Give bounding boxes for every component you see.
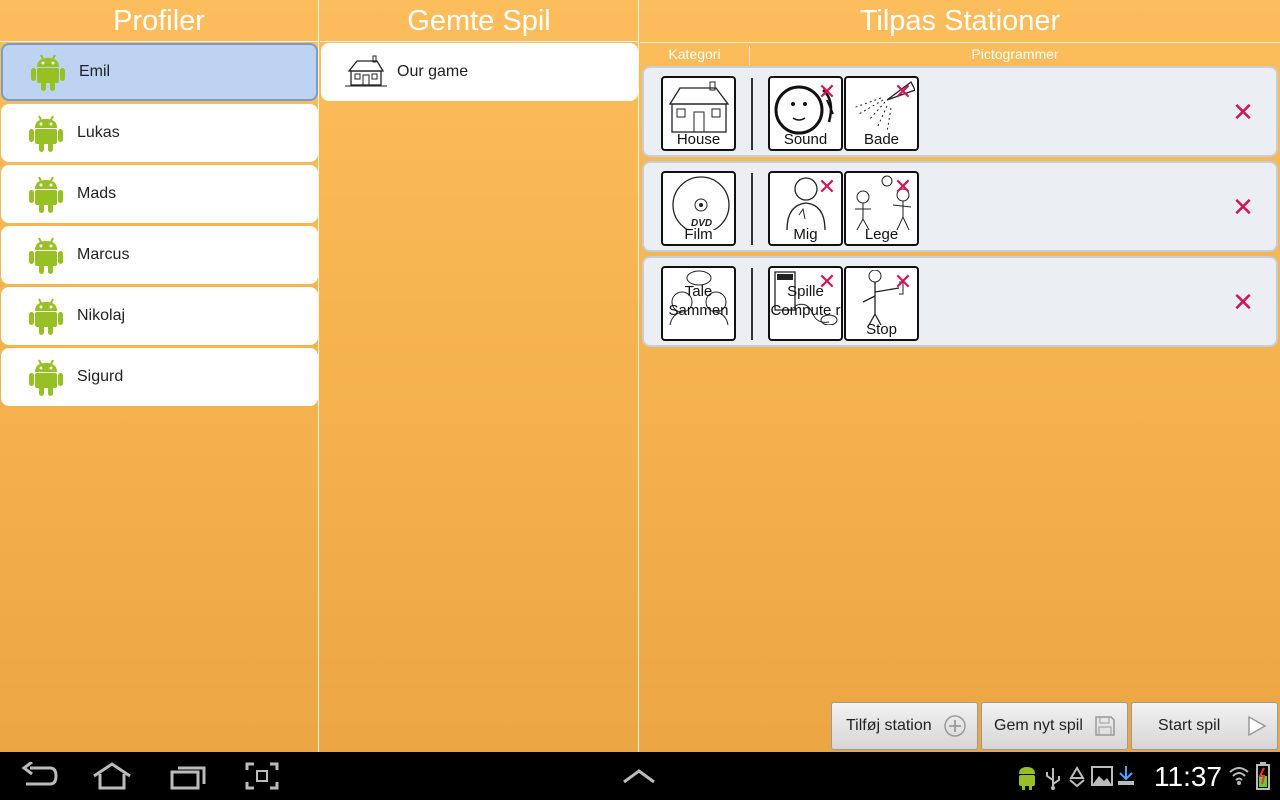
saved-game-item[interactable]: Our game [321, 43, 638, 101]
profiles-title: Profiler [0, 0, 318, 42]
profile-item-emil[interactable]: Emil [1, 43, 318, 101]
remove-pictogram-icon[interactable]: ✕ [893, 271, 913, 293]
profile-name: Lukas [77, 124, 120, 141]
category-pictogram[interactable]: Tale Sammen [661, 266, 736, 341]
gallery-icon [1091, 766, 1113, 786]
profile-name: Nikolaj [77, 307, 126, 324]
stations-title: Tilpas Stationer [859, 5, 1061, 37]
battery-icon [1256, 762, 1270, 790]
saved-games-title: Gemte Spil [320, 0, 638, 42]
usb-icon [1046, 768, 1060, 790]
android-icon [29, 115, 63, 152]
save-game-label: Gem nyt spil [994, 717, 1083, 734]
station-row: Tale Sammen Spille Compute r ✕ Stop ✕ ✕ [642, 256, 1278, 347]
play-icon [1248, 715, 1267, 737]
pictogram-label: Lege [864, 226, 899, 243]
row-divider [751, 78, 753, 150]
profiles-column: Profiler Emil Lukas Mads Marcus Nikolaj … [0, 0, 319, 752]
stations-subheaders: Kategori Pictogrammer [640, 42, 1280, 65]
stations-column: Tilpas Stationer Kategori Pictogrammer H… [640, 0, 1280, 752]
system-navigation-bar: 11:37 [0, 752, 1280, 800]
saved-game-name: Our game [397, 63, 469, 80]
pictogram-label: Bade [863, 131, 900, 148]
profile-item-marcus[interactable]: Marcus [1, 226, 318, 284]
android-icon [29, 176, 63, 213]
android-icon [29, 298, 63, 335]
recent-apps-icon[interactable] [170, 762, 206, 790]
home-icon[interactable] [92, 762, 132, 790]
screenshot-icon[interactable] [245, 762, 279, 790]
pictogram[interactable]: Mig ✕ [768, 171, 843, 246]
house-icon [668, 81, 730, 133]
pictogram-label: Sound [783, 131, 828, 148]
pictogram-label: House [676, 131, 721, 148]
row-divider [751, 173, 753, 245]
profile-item-lukas[interactable]: Lukas [1, 104, 318, 162]
pictogram[interactable]: Bade ✕ [844, 76, 919, 151]
profile-name: Marcus [77, 246, 130, 263]
category-header: Kategori [640, 46, 750, 65]
delete-station-icon[interactable]: ✕ [1232, 99, 1254, 125]
remove-pictogram-icon[interactable]: ✕ [893, 176, 913, 198]
remove-pictogram-icon[interactable]: ✕ [817, 81, 837, 103]
start-game-button[interactable]: Start spil [1131, 702, 1278, 750]
save-game-button[interactable]: Gem nyt spil [981, 702, 1128, 750]
profile-name: Sigurd [77, 368, 124, 385]
pictogram[interactable]: Sound ✕ [768, 76, 843, 151]
pictogram-label: Film [684, 226, 713, 243]
pictogram-label: Mig [793, 226, 818, 243]
delete-station-icon[interactable]: ✕ [1232, 194, 1254, 220]
profile-name: Emil [79, 63, 111, 80]
status-clock: 11:37 [1154, 761, 1222, 792]
add-station-label: Tilføj station [846, 717, 932, 734]
pictogram-label: Stop [866, 321, 897, 338]
saved-games-column: Gemte Spil Our game [320, 0, 639, 752]
category-pictogram[interactable]: DVD Film [661, 171, 736, 246]
install-icon [1118, 766, 1134, 785]
delete-station-icon[interactable]: ✕ [1232, 289, 1254, 315]
wifi-icon [1229, 767, 1249, 785]
pictogram-label: Tale Sammen [668, 283, 729, 319]
station-row: House Sound ✕ Bade ✕ ✕ [642, 66, 1278, 157]
pictogram[interactable]: Stop ✕ [844, 266, 919, 341]
station-row: DVD Film Mig ✕ Lege ✕ ✕ [642, 161, 1278, 252]
add-station-button[interactable]: Tilføj station [831, 702, 978, 750]
house-icon [345, 55, 387, 87]
plus-circle-icon [944, 715, 966, 737]
android-icon [31, 54, 65, 91]
dvd-icon: DVD [672, 176, 730, 230]
profile-item-sigurd[interactable]: Sigurd [1, 348, 318, 406]
remove-pictogram-icon[interactable]: ✕ [893, 81, 913, 103]
profile-item-nikolaj[interactable]: Nikolaj [1, 287, 318, 345]
start-game-label: Start spil [1158, 717, 1221, 734]
back-icon[interactable] [20, 762, 58, 790]
remove-pictogram-icon[interactable]: ✕ [817, 271, 837, 293]
profile-name: Mads [77, 185, 117, 202]
row-divider [751, 268, 753, 340]
android-icon [29, 237, 63, 274]
chevron-up-icon[interactable] [622, 768, 656, 784]
profile-item-mads[interactable]: Mads [1, 165, 318, 223]
android-icon [29, 359, 63, 396]
remove-pictogram-icon[interactable]: ✕ [817, 176, 837, 198]
pictogram[interactable]: Spille Compute r ✕ [768, 266, 843, 341]
pictogram-header: Pictogrammer [971, 46, 1059, 62]
recycle-icon [1069, 766, 1085, 788]
category-pictogram[interactable]: House [661, 76, 736, 151]
pictogram[interactable]: Lege ✕ [844, 171, 919, 246]
android-debug-icon [1019, 767, 1035, 790]
floppy-disk-icon [1095, 716, 1115, 736]
